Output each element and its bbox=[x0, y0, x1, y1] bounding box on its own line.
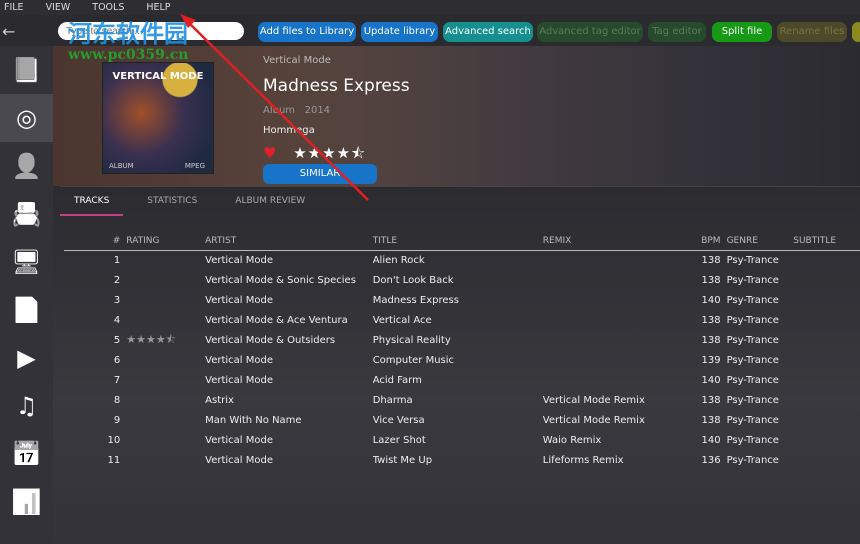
red-arrow-annotation bbox=[180, 14, 369, 201]
